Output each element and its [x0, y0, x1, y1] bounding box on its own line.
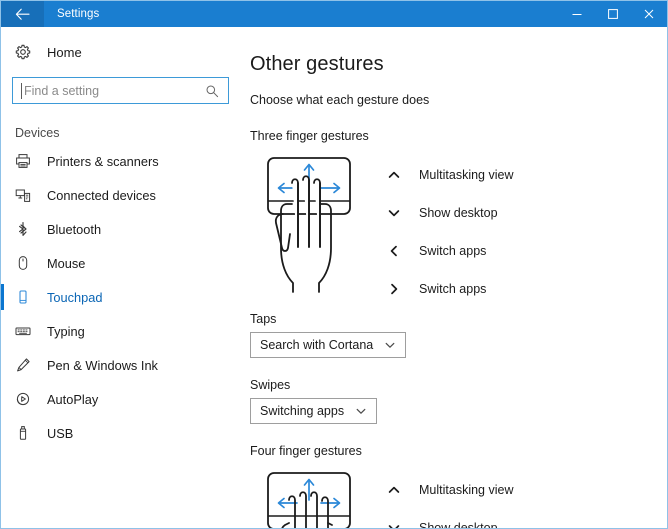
gesture-row-multitasking-view[interactable]: Multitasking view — [379, 156, 513, 194]
section-title-four-finger: Four finger gestures — [250, 444, 667, 458]
gesture-row-multitasking-view-four[interactable]: Multitasking view — [379, 471, 513, 509]
three-finger-gesture-block: Multitasking view Show desktop Switch ap… — [250, 152, 667, 308]
window-title: Settings — [44, 1, 99, 27]
close-icon — [643, 8, 655, 20]
connected-devices-icon — [15, 187, 43, 203]
autoplay-icon — [15, 391, 43, 407]
back-button[interactable] — [1, 1, 44, 27]
taps-dropdown-value: Search with Cortana — [260, 338, 373, 352]
search-icon[interactable] — [205, 84, 228, 98]
printer-icon — [15, 153, 43, 169]
window-controls — [559, 1, 667, 27]
main-content: Other gestures Choose what each gesture … — [241, 27, 667, 528]
maximize-icon — [607, 8, 619, 20]
chevron-down-icon — [373, 339, 405, 351]
chevron-down-icon — [379, 521, 409, 528]
sidebar-item-label: Typing — [43, 324, 85, 339]
gesture-row-switch-apps-left[interactable]: Switch apps — [379, 232, 513, 270]
sidebar-item-typing[interactable]: Typing — [1, 314, 241, 348]
title-bar: Settings — [1, 1, 667, 27]
swipes-dropdown[interactable]: Switching apps — [250, 398, 377, 424]
taps-field: Taps Search with Cortana — [250, 312, 667, 358]
sidebar-item-label: USB — [43, 426, 73, 441]
gesture-label: Switch apps — [409, 282, 486, 296]
swipes-label: Swipes — [250, 378, 667, 392]
sidebar-item-label: Mouse — [43, 256, 85, 271]
sidebar-item-autoplay[interactable]: AutoPlay — [1, 382, 241, 416]
maximize-button[interactable] — [595, 1, 631, 27]
sidebar-item-connected-devices[interactable]: Connected devices — [1, 178, 241, 212]
section-title-three-finger: Three finger gestures — [250, 129, 667, 143]
sidebar-item-label: Connected devices — [43, 188, 156, 203]
keyboard-icon — [15, 323, 43, 339]
chevron-down-icon — [344, 405, 376, 417]
chevron-up-icon — [379, 168, 409, 182]
sidebar-group-title: Devices — [1, 104, 241, 144]
sidebar-item-pen-windows-ink[interactable]: Pen & Windows Ink — [1, 348, 241, 382]
touchpad-icon — [15, 289, 43, 305]
chevron-left-icon — [379, 244, 409, 258]
sidebar-item-printers-scanners[interactable]: Printers & scanners — [1, 144, 241, 178]
sidebar-item-label: Printers & scanners — [43, 154, 159, 169]
gesture-row-show-desktop-four[interactable]: Show desktop — [379, 509, 513, 528]
settings-window: Settings — [0, 0, 668, 529]
sidebar-item-label: Bluetooth — [43, 222, 101, 237]
swipes-field: Swipes Switching apps — [250, 378, 667, 424]
search-box[interactable] — [12, 77, 229, 104]
page-title: Other gestures — [250, 53, 667, 76]
touchpad-four-finger-illustration — [250, 467, 370, 528]
four-finger-gesture-list: Multitasking view Show desktop — [370, 467, 513, 528]
three-finger-gesture-list: Multitasking view Show desktop Switch ap… — [370, 152, 513, 308]
taps-dropdown[interactable]: Search with Cortana — [250, 332, 406, 358]
sidebar-item-label: Pen & Windows Ink — [43, 358, 158, 373]
page-subtitle: Choose what each gesture does — [250, 93, 667, 107]
swipes-dropdown-value: Switching apps — [260, 404, 344, 418]
title-bar-drag-area[interactable] — [99, 1, 559, 27]
gesture-label: Show desktop — [409, 206, 498, 220]
chevron-right-icon — [379, 282, 409, 296]
gesture-label: Show desktop — [409, 521, 498, 528]
four-finger-gesture-block: Multitasking view Show desktop — [250, 467, 667, 528]
window-body: Home Devices — [1, 27, 667, 528]
sidebar-item-mouse[interactable]: Mouse — [1, 246, 241, 280]
sidebar-item-label: AutoPlay — [43, 392, 98, 407]
chevron-up-icon — [379, 483, 409, 497]
sidebar-item-usb[interactable]: USB — [1, 416, 241, 450]
usb-icon — [15, 425, 43, 441]
gear-icon — [15, 44, 43, 60]
close-button[interactable] — [631, 1, 667, 27]
gesture-label: Multitasking view — [409, 168, 513, 182]
minimize-icon — [571, 8, 583, 20]
gesture-row-switch-apps-right[interactable]: Switch apps — [379, 270, 513, 308]
minimize-button[interactable] — [559, 1, 595, 27]
bluetooth-icon — [15, 221, 43, 237]
gesture-row-show-desktop[interactable]: Show desktop — [379, 194, 513, 232]
mouse-icon — [15, 255, 43, 271]
sidebar-item-touchpad[interactable]: Touchpad — [1, 280, 241, 314]
touchpad-three-finger-illustration — [250, 152, 370, 308]
pen-icon — [15, 357, 43, 373]
sidebar-item-bluetooth[interactable]: Bluetooth — [1, 212, 241, 246]
gesture-label: Multitasking view — [409, 483, 513, 497]
search-input[interactable] — [13, 84, 205, 98]
chevron-down-icon — [379, 206, 409, 220]
sidebar-item-home[interactable]: Home — [1, 37, 241, 67]
sidebar: Home Devices — [1, 27, 241, 528]
taps-label: Taps — [250, 312, 667, 326]
back-arrow-icon — [15, 8, 30, 21]
search-caret — [21, 83, 22, 99]
gesture-label: Switch apps — [409, 244, 486, 258]
sidebar-home-label: Home — [43, 45, 82, 60]
sidebar-item-label: Touchpad — [43, 290, 103, 305]
